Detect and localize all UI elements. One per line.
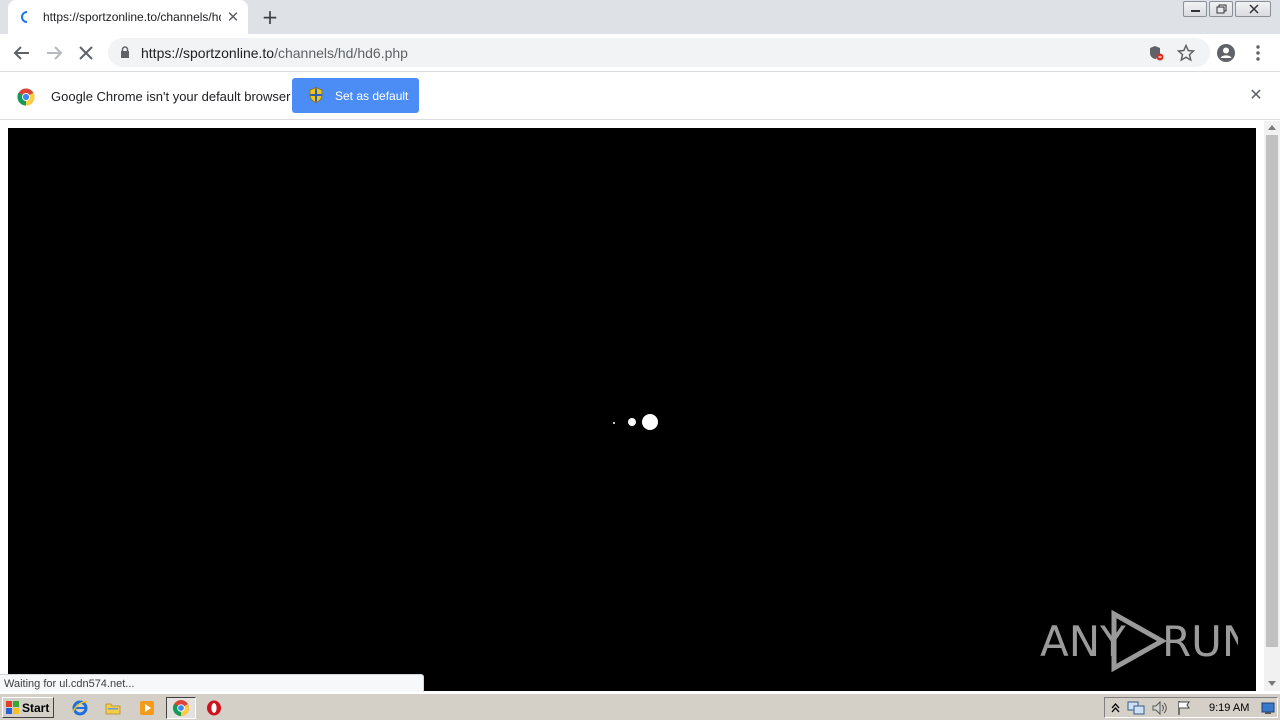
chrome-logo-icon xyxy=(17,88,35,106)
restore-icon xyxy=(1216,4,1227,14)
page-content: ANY RUN xyxy=(0,121,1280,691)
url-path: /channels/hd/hd6.php xyxy=(274,45,408,61)
volume-icon[interactable] xyxy=(1151,700,1167,716)
forward-icon[interactable] xyxy=(43,42,65,64)
restore-button[interactable] xyxy=(1209,1,1233,17)
network-icon[interactable] xyxy=(1127,700,1145,716)
taskbar-internet-explorer[interactable] xyxy=(68,697,92,719)
loading-spinner xyxy=(612,412,662,432)
browser-toolbar: https://sportzonline.to/channels/hd/hd6.… xyxy=(0,34,1280,71)
uac-shield-icon xyxy=(309,87,323,103)
minimize-icon xyxy=(1191,10,1200,12)
video-player[interactable]: ANY RUN xyxy=(8,128,1256,691)
system-tray: 9:19 AM xyxy=(1104,697,1278,718)
profile-icon[interactable] xyxy=(1215,42,1237,64)
windows-flag-icon xyxy=(6,701,19,714)
media-player-icon xyxy=(140,701,154,715)
taskbar-media-player[interactable] xyxy=(135,697,159,719)
back-icon[interactable] xyxy=(11,42,33,64)
menu-kebab-icon[interactable] xyxy=(1247,42,1269,64)
blocked-content-icon[interactable] xyxy=(1148,45,1164,61)
new-tab-button[interactable]: + xyxy=(259,6,281,28)
internet-explorer-icon xyxy=(72,700,88,716)
anyrun-watermark: ANY RUN xyxy=(1038,608,1253,677)
show-hidden-icons-icon[interactable] xyxy=(1111,702,1120,714)
loading-spinner-icon xyxy=(21,11,28,23)
vertical-scrollbar[interactable] xyxy=(1264,121,1280,691)
browser-tab[interactable]: https://sportzonline.to/channels/hd/hd6.… xyxy=(8,0,248,34)
watermark-text-right: RUN xyxy=(1162,617,1238,666)
taskbar-explorer[interactable] xyxy=(101,697,125,719)
folder-icon xyxy=(105,703,121,715)
show-desktop-icon[interactable] xyxy=(1261,701,1275,715)
start-label: Start xyxy=(22,701,50,715)
infobar-close-icon[interactable]: ✕ xyxy=(1246,85,1266,105)
taskbar-chrome[interactable] xyxy=(166,697,196,719)
status-bubble: Waiting for ul.cdn574.net... xyxy=(0,674,424,692)
opera-icon xyxy=(207,700,221,716)
address-bar[interactable]: https://sportzonline.to/channels/hd/hd6.… xyxy=(108,38,1210,67)
bookmark-star-icon[interactable] xyxy=(1177,44,1195,62)
action-center-flag-icon[interactable] xyxy=(1176,700,1192,716)
windows-taskbar: Start 9:19 AM xyxy=(0,693,1280,720)
infobar-message: Google Chrome isn't your default browser xyxy=(51,89,291,104)
taskbar-opera[interactable] xyxy=(202,697,226,719)
minimize-button[interactable] xyxy=(1183,1,1207,17)
lock-icon xyxy=(121,46,129,58)
tab-strip: https://sportzonline.to/channels/hd/hd6.… xyxy=(0,0,1280,34)
scroll-thumb[interactable] xyxy=(1266,135,1278,647)
tab-title: https://sportzonline.to/channels/hd/hd6.… xyxy=(43,10,221,24)
spinner-dot xyxy=(642,414,658,430)
chrome-icon xyxy=(173,700,189,716)
tab-close-icon[interactable]: ✕ xyxy=(225,9,241,25)
scroll-up-arrow-icon[interactable] xyxy=(1268,125,1276,130)
stop-loading-icon[interactable] xyxy=(75,42,97,64)
taskbar-clock[interactable]: 9:19 AM xyxy=(1209,702,1249,714)
url-host: https://sportzonline.to xyxy=(141,45,275,61)
close-window-button[interactable] xyxy=(1235,1,1271,17)
spinner-dot xyxy=(628,418,636,426)
url-text: https://sportzonline.to/channels/hd/hd6.… xyxy=(141,45,408,61)
start-button[interactable]: Start xyxy=(2,697,54,718)
set-as-default-label: Set as default xyxy=(335,89,409,103)
scroll-down-arrow-icon[interactable] xyxy=(1268,681,1276,686)
close-icon xyxy=(1249,4,1259,14)
spinner-dot xyxy=(613,422,615,424)
set-as-default-button[interactable]: Set as default xyxy=(292,78,419,113)
default-browser-infobar: Google Chrome isn't your default browser… xyxy=(0,71,1280,120)
